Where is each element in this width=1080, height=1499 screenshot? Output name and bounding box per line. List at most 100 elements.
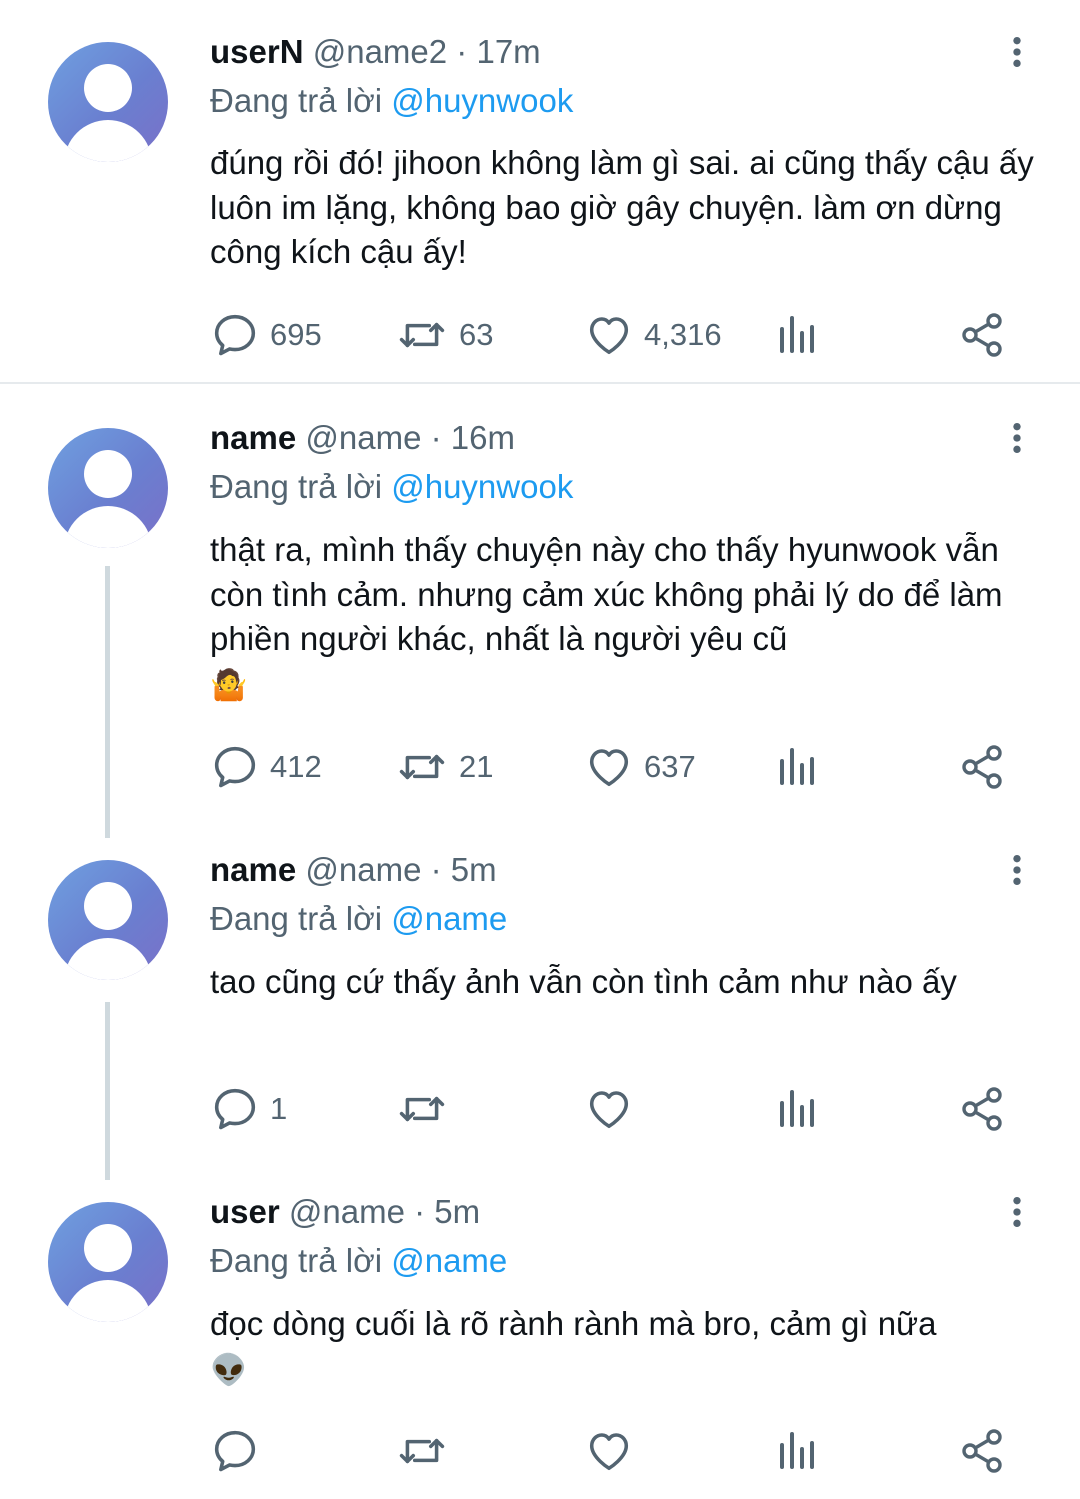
avatar-head-shape [84,1224,132,1272]
tweet[interactable]: user @name · 5m Đang trả lời @name đọc d… [0,1160,1080,1499]
tweet-text: đọc dòng cuối là rõ rành rành mà bro, cả… [210,1302,1040,1391]
tweet-actions: 1 [0,1084,1080,1134]
share-icon [958,311,1006,359]
avatar[interactable] [48,428,168,548]
share-button[interactable] [958,742,1006,792]
tweet-text-content: tao cũng cứ thấy ảnh vẫn còn tình cảm nh… [210,963,957,1000]
like-button[interactable]: 4,316 [584,310,722,360]
views-icon [772,1427,820,1475]
avatar[interactable] [48,1202,168,1322]
like-count: 637 [644,749,696,784]
divider [0,382,1080,384]
replying-to-label: Đang trả lời [210,900,383,937]
user-handle[interactable]: @name [305,851,421,888]
more-options-button[interactable] [1000,30,1034,74]
tweet-text-content: đúng rồi đó! jihoon không làm gì sai. ai… [210,144,1034,270]
views-button[interactable] [772,1426,820,1476]
avatar-head-shape [84,64,132,112]
timestamp[interactable]: 5m [434,1193,480,1230]
like-icon [584,1426,634,1476]
retweet-button[interactable]: 21 [395,742,493,792]
retweet-button[interactable] [395,1084,459,1134]
avatar[interactable] [48,42,168,162]
timestamp[interactable]: 5m [451,851,497,888]
share-button[interactable] [958,310,1006,360]
reply-count: 1 [270,1091,288,1126]
timestamp[interactable]: 16m [451,419,515,456]
tweet-text: đúng rồi đó! jihoon không làm gì sai. ai… [210,141,1040,275]
share-button[interactable] [958,1426,1006,1476]
username[interactable]: name [210,419,296,456]
tweet[interactable]: name @name · 5m Đang trả lời @name tao c… [0,818,1080,1160]
share-icon [958,1085,1006,1133]
retweet-count: 63 [459,317,494,352]
tweet-actions [0,1426,1080,1476]
tweet[interactable]: name @name · 16m Đang trả lời @huynwook … [0,386,1080,846]
more-options-icon [1000,848,1034,892]
views-button[interactable] [772,310,820,360]
mention-link[interactable]: @name [391,1242,507,1279]
mention-link[interactable]: @name [391,900,507,937]
retweet-icon [395,310,449,360]
more-options-button[interactable] [1000,416,1034,460]
more-options-icon [1000,30,1034,74]
tweet-header: user @name · 5m [210,1192,480,1232]
tweet-text: tao cũng cứ thấy ảnh vẫn còn tình cảm nh… [210,960,1040,1005]
like-button[interactable] [584,1426,644,1476]
avatar-body-shape [64,506,152,548]
separator-dot: · [430,851,442,888]
mention-link[interactable]: @huynwook [391,468,573,505]
tweet-text: thật ra, mình thấy chuyện này cho thấy h… [210,528,1040,706]
more-options-icon [1000,1190,1034,1234]
tweet-header: name @name · 5m [210,850,497,890]
reply-icon [210,310,260,360]
mention-link[interactable]: @huynwook [391,82,573,119]
username[interactable]: userN [210,33,304,70]
reply-button[interactable]: 412 [210,742,322,792]
username[interactable]: user [210,1193,280,1230]
username[interactable]: name [210,851,296,888]
replying-to: Đang trả lời @name [210,899,507,939]
views-button[interactable] [772,1084,820,1134]
reply-button[interactable] [210,1426,270,1476]
reply-count: 695 [270,317,322,352]
reply-count: 412 [270,749,322,784]
tweet-text-content: đọc dòng cuối là rõ rành rành mà bro, cả… [210,1305,937,1342]
reply-button[interactable]: 1 [210,1084,287,1134]
avatar-head-shape [84,450,132,498]
retweet-button[interactable] [395,1426,459,1476]
retweet-icon [395,1426,449,1476]
retweet-count: 21 [459,749,494,784]
reply-button[interactable]: 695 [210,310,322,360]
replying-to-label: Đang trả lời [210,82,383,119]
tweet[interactable]: userN @name2 · 17m Đang trả lời @huynwoo… [0,0,1080,384]
avatar-body-shape [64,120,152,162]
like-icon [584,1084,634,1134]
views-icon [772,1085,820,1133]
share-button[interactable] [958,1084,1006,1134]
separator-dot: · [456,33,468,70]
avatar[interactable] [48,860,168,980]
retweet-button[interactable]: 63 [395,310,493,360]
like-button[interactable]: 637 [584,742,696,792]
replying-to: Đang trả lời @huynwook [210,81,573,121]
views-button[interactable] [772,742,820,792]
tweet-actions: 695 63 4,316 [0,310,1080,360]
avatar-head-shape [84,882,132,930]
reply-icon [210,742,260,792]
timestamp[interactable]: 17m [476,33,540,70]
separator-dot: · [414,1193,426,1230]
more-options-button[interactable] [1000,1190,1034,1234]
like-count: 4,316 [644,317,722,352]
user-handle[interactable]: @name [305,419,421,456]
user-handle[interactable]: @name2 [313,33,447,70]
more-options-button[interactable] [1000,848,1034,892]
retweet-icon [395,742,449,792]
like-icon [584,742,634,792]
like-button[interactable] [584,1084,644,1134]
replying-to-label: Đang trả lời [210,1242,383,1279]
share-icon [958,1427,1006,1475]
retweet-icon [395,1084,449,1134]
tweet-text-content: thật ra, mình thấy chuyện này cho thấy h… [210,531,1003,657]
user-handle[interactable]: @name [289,1193,405,1230]
